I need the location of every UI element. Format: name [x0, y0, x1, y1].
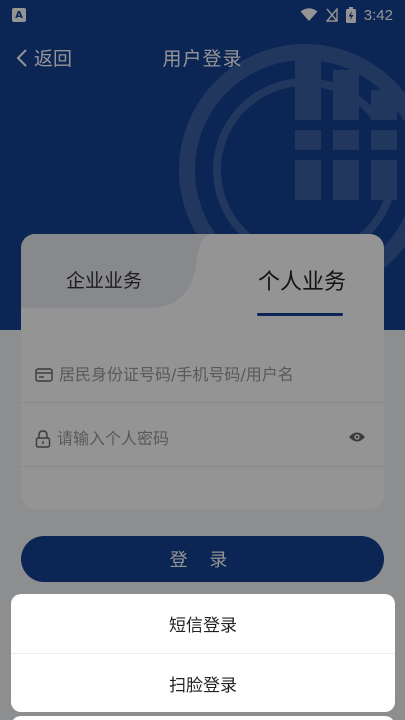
action-sheet-cancel-peek: [11, 716, 395, 720]
face-login-option[interactable]: 扫脸登录: [11, 653, 395, 712]
login-method-action-sheet: 短信登录 扫脸登录: [11, 594, 395, 712]
sms-login-option[interactable]: 短信登录: [11, 594, 395, 653]
